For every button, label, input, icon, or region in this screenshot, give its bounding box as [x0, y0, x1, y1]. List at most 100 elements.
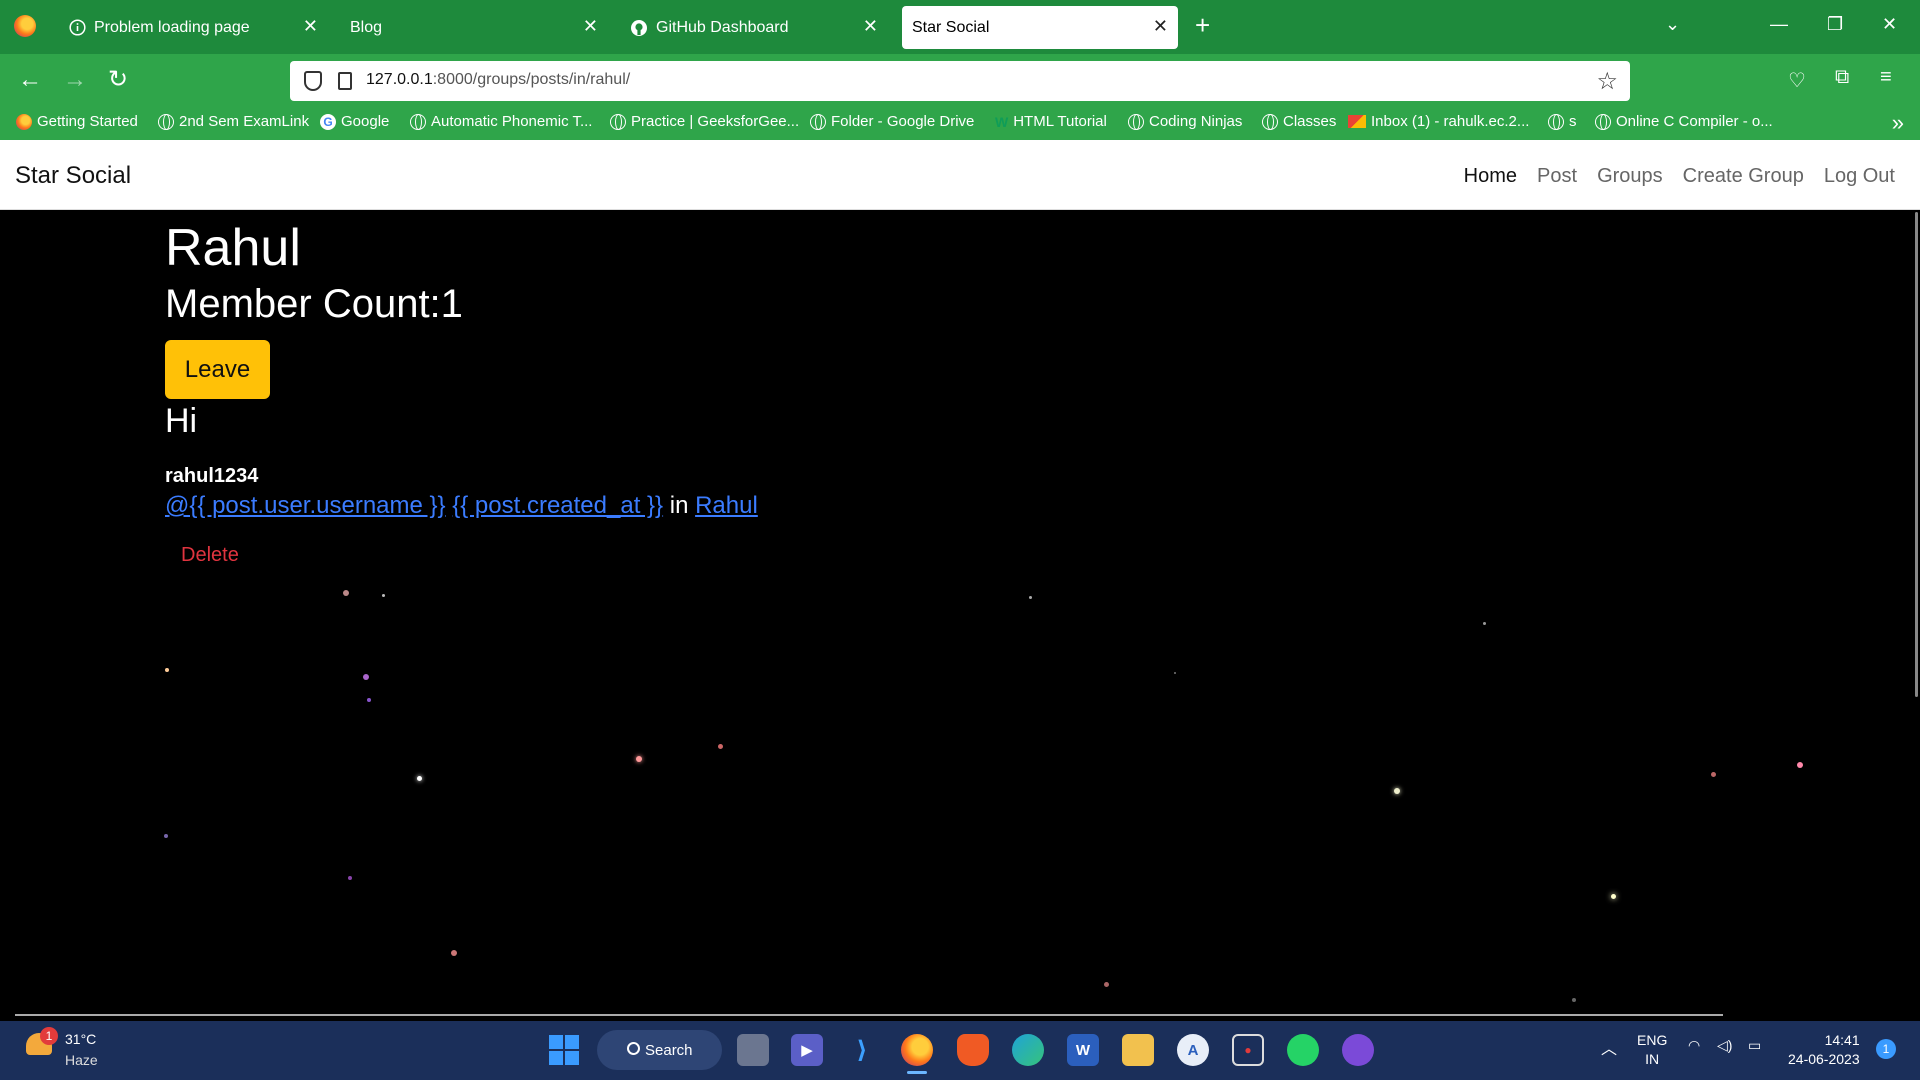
extensions-icon[interactable]: ⧉ — [1835, 66, 1849, 89]
post-date-link[interactable]: {{ post.created_at }} — [452, 492, 663, 519]
bookmark-label: Getting Started — [37, 113, 138, 130]
volume-icon[interactable]: ◁) — [1717, 1037, 1732, 1054]
close-tab-icon[interactable]: ✕ — [1153, 16, 1168, 37]
w3schools-icon: W — [995, 113, 1009, 130]
post-message: Hi — [165, 402, 198, 440]
notification-badge[interactable]: 1 — [1876, 1039, 1896, 1059]
url-text[interactable]: 127.0.0.1:8000/groups/posts/in/rahul/ — [366, 71, 630, 89]
bookmark-google[interactable]: G Google — [320, 113, 389, 130]
github-desktop-icon[interactable] — [1342, 1034, 1374, 1066]
globe-icon — [1262, 113, 1278, 130]
start-button[interactable] — [549, 1035, 579, 1065]
bookmark-html-tutorial[interactable]: W HTML Tutorial — [995, 113, 1107, 130]
bookmark-label: Online C Compiler - o... — [1616, 113, 1773, 130]
bookmark-gmail-inbox[interactable]: Inbox (1) - rahulk.ec.2... — [1348, 113, 1529, 130]
wifi-icon[interactable]: ◠ — [1688, 1037, 1700, 1054]
post-username: rahul1234 — [165, 465, 259, 487]
close-tab-icon[interactable]: ✕ — [863, 16, 878, 37]
horizontal-scrollbar[interactable] — [15, 1014, 1723, 1016]
bookmarks-toolbar: Getting Started 2nd Sem ExamLink G Google… — [0, 108, 1920, 140]
bookmark-online-c-compiler[interactable]: Online C Compiler - o... — [1595, 113, 1773, 130]
tab-blog[interactable]: Blog ✕ — [338, 6, 608, 49]
restore-button[interactable]: ❐ — [1827, 14, 1843, 35]
address-bar[interactable]: 127.0.0.1:8000/groups/posts/in/rahul/ ☆ — [290, 61, 1630, 101]
post-user-link[interactable]: @{{ post.user.username }} — [165, 492, 446, 519]
url-host: 127.0.0.1 — [366, 71, 433, 88]
delete-post-link[interactable]: Delete — [181, 544, 239, 567]
whatsapp-icon[interactable] — [1287, 1034, 1319, 1066]
bookmark-getting-started[interactable]: Getting Started — [16, 113, 138, 130]
reload-button[interactable]: ↻ — [108, 66, 128, 94]
star-dot — [417, 776, 422, 781]
tab-title: Blog — [350, 18, 383, 36]
teams-meet-icon[interactable]: ▶ — [791, 1034, 823, 1066]
bookmark-geeksforgeeks[interactable]: Practice | GeeksforGee... — [610, 113, 799, 130]
bookmark-classes[interactable]: Classes — [1262, 113, 1336, 130]
minimize-button[interactable]: — — [1770, 14, 1788, 35]
site-brand[interactable]: Star Social — [15, 162, 131, 190]
post-group-link[interactable]: Rahul — [695, 492, 758, 519]
bookmark-label: Coding Ninjas — [1149, 113, 1243, 130]
weather-alert-badge: 1 — [40, 1027, 58, 1045]
screen-recorder-icon[interactable]: ● — [1232, 1034, 1264, 1066]
tab-problem-loading[interactable]: Problem loading page ✕ — [58, 6, 328, 49]
bookmark-exam-link[interactable]: 2nd Sem ExamLink — [158, 113, 309, 130]
bookmark-label: Classes — [1283, 113, 1337, 130]
weather-temperature[interactable]: 31°C — [65, 1031, 96, 1047]
globe-icon — [1128, 113, 1144, 130]
page-scrollbar[interactable] — [1915, 212, 1918, 697]
list-all-tabs-icon[interactable]: ⌄ — [1665, 14, 1680, 35]
page-info-icon[interactable] — [338, 72, 352, 90]
member-count: Member Count:1 — [165, 282, 463, 326]
show-hidden-icons-icon[interactable]: ︿ — [1601, 1035, 1617, 1059]
close-tab-icon[interactable]: ✕ — [303, 16, 318, 37]
bookmark-star-icon[interactable]: ☆ — [1596, 67, 1618, 96]
file-explorer-icon[interactable] — [1122, 1034, 1154, 1066]
star-dot — [718, 744, 723, 749]
bookmark-label: 2nd Sem ExamLink — [179, 113, 310, 130]
close-tab-icon[interactable]: ✕ — [583, 16, 598, 37]
tab-star-social[interactable]: Star Social ✕ — [902, 6, 1178, 49]
word-icon[interactable]: W — [1067, 1034, 1099, 1066]
task-view-icon[interactable] — [737, 1034, 769, 1066]
weather-description[interactable]: Haze — [65, 1052, 98, 1068]
menu-icon[interactable]: ≡ — [1880, 66, 1892, 89]
bookmark-s[interactable]: s — [1548, 113, 1577, 130]
globe-icon — [158, 113, 174, 130]
language-indicator[interactable]: ENG IN — [1637, 1031, 1667, 1069]
nav-post-link[interactable]: Post — [1537, 165, 1577, 188]
site-navbar: Star Social Home Post Groups Create Grou… — [0, 140, 1920, 210]
close-window-button[interactable]: ✕ — [1882, 14, 1897, 35]
bookmark-label: Practice | GeeksforGee... — [631, 113, 800, 130]
star-dot — [1483, 622, 1486, 625]
edge-icon[interactable] — [1012, 1034, 1044, 1066]
tab-github-dashboard[interactable]: GitHub Dashboard ✕ — [618, 6, 888, 49]
firefox-taskbar-icon[interactable] — [901, 1034, 933, 1066]
globe-icon — [1595, 113, 1611, 130]
brave-icon[interactable] — [957, 1034, 989, 1066]
bookmark-coding-ninjas[interactable]: Coding Ninjas — [1128, 113, 1242, 130]
battery-icon[interactable]: ▭ — [1748, 1037, 1761, 1054]
system-clock[interactable]: 14:41 24-06-2023 — [1788, 1031, 1860, 1069]
leave-group-button[interactable]: Leave — [165, 340, 270, 399]
star-dot — [343, 590, 349, 596]
bookmark-phonemic[interactable]: Automatic Phonemic T... — [410, 113, 592, 130]
back-button[interactable]: ← — [18, 66, 42, 94]
bookmark-google-drive[interactable]: Folder - Google Drive — [810, 113, 974, 130]
star-dot — [1104, 982, 1109, 987]
new-tab-button[interactable]: + — [1195, 12, 1210, 38]
tracking-protection-shield-icon[interactable] — [304, 71, 322, 91]
forward-button[interactable]: → — [63, 66, 87, 94]
nav-create-group-link[interactable]: Create Group — [1683, 165, 1804, 188]
region-code: IN — [1645, 1051, 1660, 1067]
pocket-icon[interactable]: ♡ — [1788, 68, 1806, 93]
app-icon[interactable]: A — [1177, 1034, 1209, 1066]
firefox-menu-icon[interactable] — [14, 15, 36, 37]
vscode-icon[interactable]: ⟩ — [846, 1034, 878, 1066]
more-bookmarks-icon[interactable]: » — [1892, 110, 1904, 136]
browser-tab-bar: Problem loading page ✕ Blog ✕ GitHub Das… — [0, 0, 1920, 54]
nav-home-link[interactable]: Home — [1464, 165, 1517, 188]
nav-logout-link[interactable]: Log Out — [1824, 165, 1895, 188]
taskbar-search[interactable]: Search — [597, 1030, 722, 1070]
nav-groups-link[interactable]: Groups — [1597, 165, 1663, 188]
